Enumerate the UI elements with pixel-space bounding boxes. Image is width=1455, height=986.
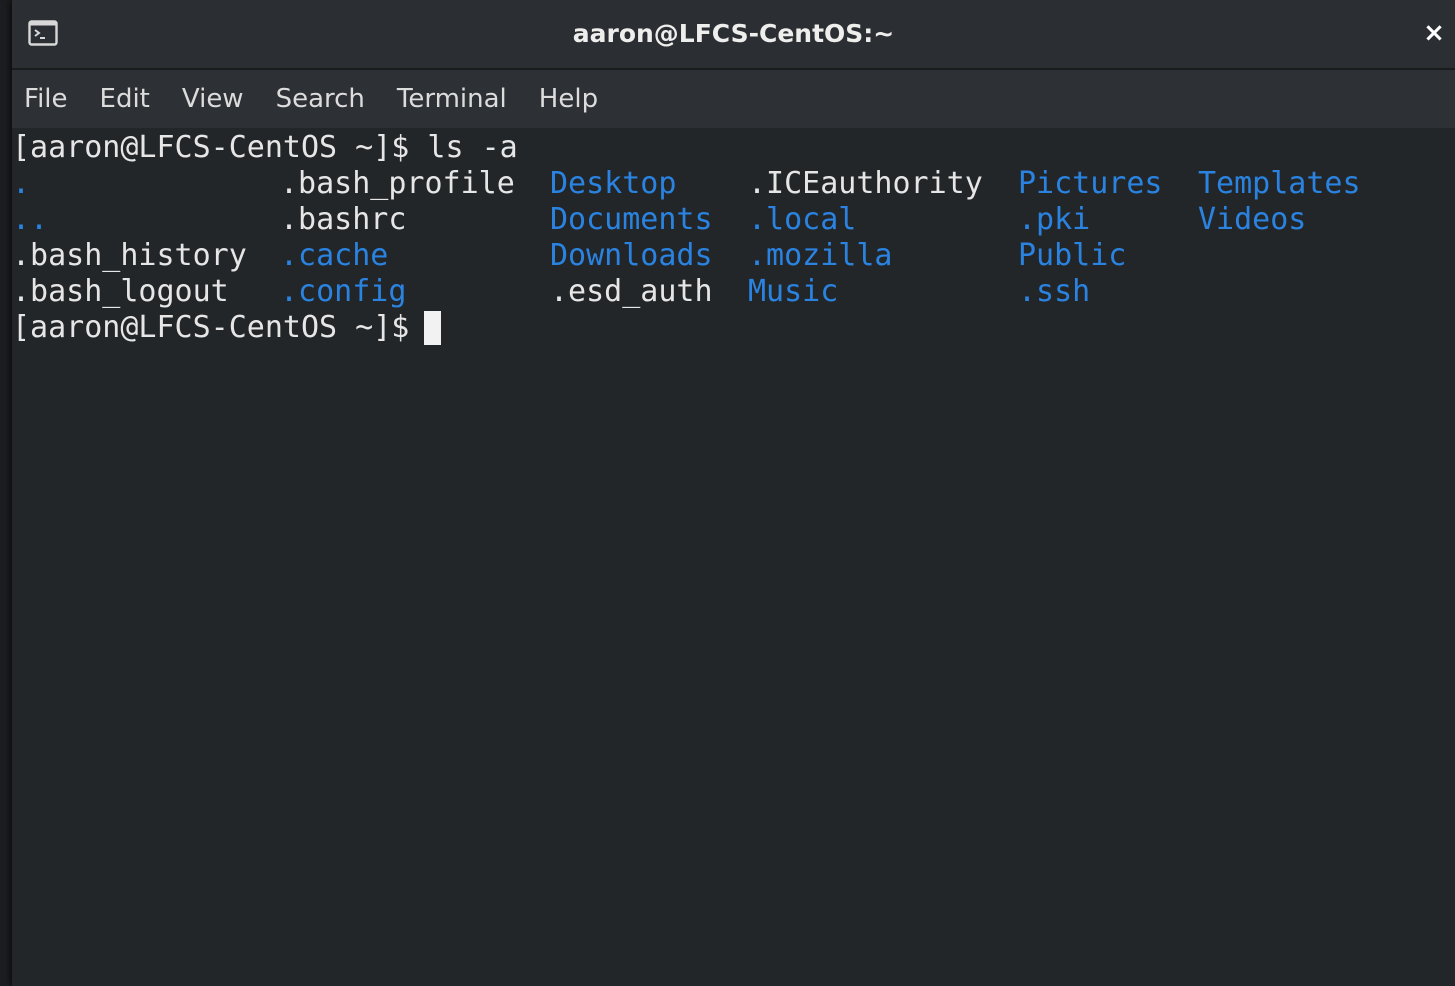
directory-entry: Videos [1198,202,1307,237]
menu-help[interactable]: Help [523,70,614,128]
file-entry: .bashrc [280,202,407,237]
directory-entry: Pictures [1018,166,1163,201]
file-entry: .bash_logout [12,274,229,309]
listing-row: .. .bashrc Documents .local .pki Videos [12,202,1455,238]
menu-terminal[interactable]: Terminal [381,70,523,128]
menu-search[interactable]: Search [260,70,381,128]
listing-row: . .bash_profile Desktop .ICEauthority Pictur… [12,166,1455,202]
listing-row: .bash_history .cache Downloads .mozilla Publ… [12,238,1455,274]
directory-entry: .config [280,274,407,309]
file-entry: .esd_auth [550,274,713,309]
menu-file[interactable]: File [12,70,84,128]
file-entry: .ICEauthority [748,166,983,201]
directory-entry: .cache [280,238,389,273]
prompt: [aaron@LFCS-CentOS ~]$ [12,130,428,165]
directory-entry: Public [1018,238,1127,273]
terminal-window: aaron@LFCS-CentOS:~ × File Edit View Sea… [12,0,1455,986]
directory-entry: . [12,166,31,201]
directory-entry: .pki [1018,202,1091,237]
directory-entry: Templates [1198,166,1361,201]
prompt-line[interactable]: [aaron@LFCS-CentOS ~]$ [12,310,427,346]
menu-edit[interactable]: Edit [84,70,166,128]
menu-view[interactable]: View [166,70,260,128]
text-cursor [424,311,441,345]
title-bar[interactable]: aaron@LFCS-CentOS:~ × [12,0,1455,70]
prompt: [aaron@LFCS-CentOS ~]$ [12,310,428,345]
menu-bar: File Edit View Search Terminal Help [12,70,1455,128]
command: ls -a [427,130,518,165]
directory-entry: Documents [550,202,713,237]
directory-entry: .ssh [1018,274,1091,309]
file-entry: .bash_profile [280,166,515,201]
directory-entry: Downloads [550,238,713,273]
listing-row: .bash_logout .config .esd_auth Music .ssh [12,274,1455,310]
terminal-output[interactable]: [aaron@LFCS-CentOS ~]$ ls -a . .bash_prof… [12,128,1455,986]
command-line: [aaron@LFCS-CentOS ~]$ ls -a [12,130,518,166]
directory-entry: Music [748,274,839,309]
directory-entry: .local [748,202,857,237]
file-entry: .bash_history [12,238,247,273]
directory-entry: Desktop [550,166,677,201]
directory-entry: .mozilla [748,238,893,273]
directory-entry: .. [12,202,49,237]
close-button[interactable]: × [1419,18,1449,48]
window-title: aaron@LFCS-CentOS:~ [572,19,895,48]
close-icon[interactable]: × [1423,18,1445,48]
